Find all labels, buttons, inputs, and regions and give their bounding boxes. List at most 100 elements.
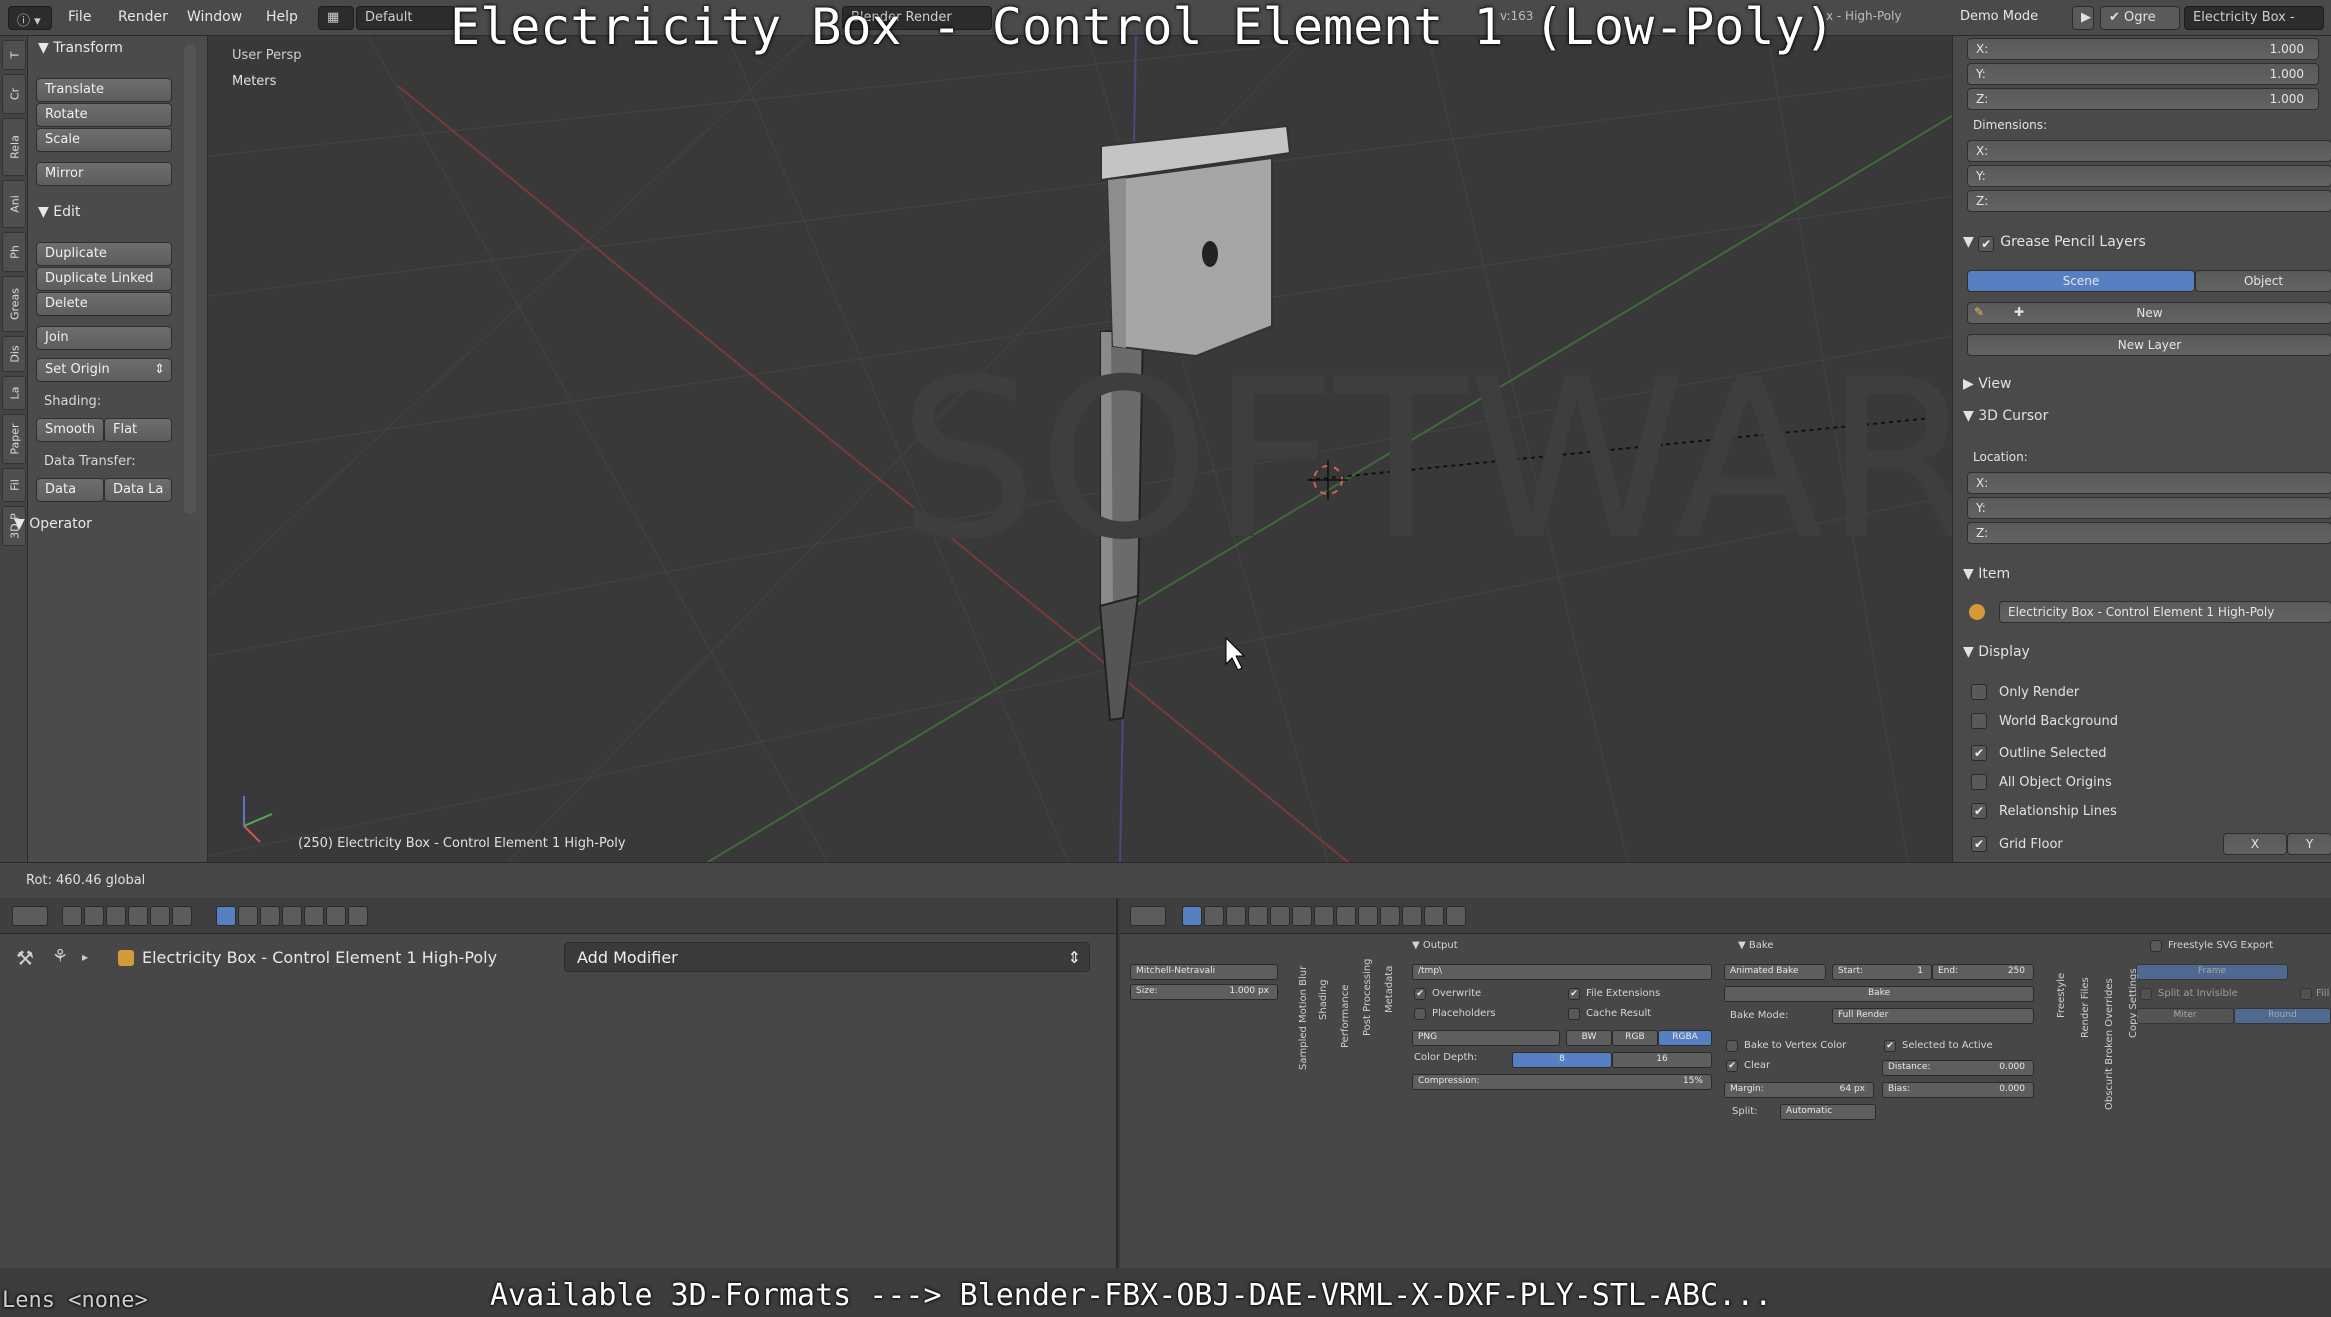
overwrite-checkbox[interactable]: ✔: [1414, 988, 1426, 1000]
bake-vertex-checkbox[interactable]: [1726, 1040, 1738, 1052]
data-tab-icon[interactable]: [238, 906, 258, 926]
scale-button[interactable]: Scale: [36, 128, 172, 152]
duplicate-linked-button[interactable]: Duplicate Linked: [36, 267, 172, 291]
cursor-x-field[interactable]: X:: [1967, 472, 2331, 494]
3d-cursor-panel-header[interactable]: ▼ 3D Cursor: [1963, 408, 2048, 424]
texture-tab-icon[interactable]: [1380, 906, 1400, 926]
flat-button[interactable]: Flat: [104, 418, 172, 442]
color-bw-toggle[interactable]: BW: [1566, 1030, 1612, 1046]
operator-panel-header[interactable]: ▼ Operator: [14, 516, 92, 532]
ogre-toggle[interactable]: ✔ Ogre: [2100, 6, 2180, 30]
set-origin-menu[interactable]: Set Origin ⇕: [36, 358, 172, 382]
filter-select[interactable]: Mitchell-Netravali: [1130, 964, 1278, 980]
miter-toggle[interactable]: Miter: [2136, 1008, 2234, 1024]
scene-tab-icon[interactable]: [1226, 906, 1246, 926]
tab-animation[interactable]: Ani: [2, 180, 26, 228]
play-button[interactable]: ▶: [2072, 6, 2094, 30]
output-path-field[interactable]: /tmp\: [1412, 964, 1712, 980]
new-layer-button[interactable]: New Layer: [1967, 334, 2331, 356]
render-tab-icon[interactable]: [62, 906, 82, 926]
constraints-tab-icon[interactable]: [1292, 906, 1312, 926]
split-select[interactable]: Automatic: [1780, 1104, 1876, 1120]
distance-field[interactable]: Distance: 0.000: [1882, 1060, 2034, 1076]
data-layout-button[interactable]: Data La: [104, 478, 172, 502]
overrides-panel[interactable]: Obscurit Broken Overrides: [2104, 978, 2115, 1110]
compression-slider[interactable]: Compression: 15%: [1412, 1074, 1712, 1090]
cursor-y-field[interactable]: Y:: [1967, 497, 2331, 519]
placeholders-checkbox[interactable]: [1414, 1008, 1426, 1020]
bake-end-field[interactable]: End: 250: [1932, 964, 2034, 980]
cache-result-checkbox[interactable]: [1568, 1008, 1580, 1020]
menu-render[interactable]: Render: [118, 9, 168, 25]
sampled-motion-blur-panel[interactable]: Sampled Motion Blur: [1298, 966, 1309, 1070]
scale-x-field[interactable]: X: 1.000: [1967, 38, 2319, 60]
physics-tab-icon[interactable]: [1424, 906, 1444, 926]
duplicate-button[interactable]: Duplicate: [36, 242, 172, 266]
world-tab-icon[interactable]: [1248, 906, 1268, 926]
modifiers-tab-icon[interactable]: [1314, 906, 1334, 926]
depth-16-toggle[interactable]: 16: [1612, 1052, 1712, 1068]
selected-to-active-checkbox[interactable]: ✔: [1884, 1040, 1896, 1052]
round-toggle[interactable]: Round: [2234, 1008, 2331, 1024]
bake-button[interactable]: Bake: [1724, 986, 2034, 1002]
tab-scene[interactable]: Scene: [1967, 270, 2195, 292]
menu-file[interactable]: File: [68, 9, 91, 25]
margin-field[interactable]: Margin: 64 px: [1724, 1082, 1874, 1098]
particles-tab-icon[interactable]: [1402, 906, 1422, 926]
smooth-button[interactable]: Smooth: [36, 418, 104, 442]
physics-tab-icon[interactable]: [326, 906, 346, 926]
tab-object[interactable]: Object: [2195, 270, 2331, 292]
tab-physics[interactable]: Ph: [2, 232, 26, 272]
scale-z-field[interactable]: Z: 1.000: [1967, 88, 2319, 110]
add-modifier-menu[interactable]: Add Modifier ⇕: [564, 942, 1090, 972]
bake-panel-header[interactable]: ▼ Bake: [1738, 940, 1773, 951]
particles-tab-icon[interactable]: [304, 906, 324, 926]
tab-la[interactable]: La: [2, 376, 26, 410]
tab-paper[interactable]: Paper: [2, 414, 26, 464]
outline-selected-checkbox[interactable]: ✔: [1971, 745, 1987, 761]
layout-browse-button[interactable]: ▦: [318, 6, 354, 30]
dimension-x-field[interactable]: X:: [1967, 140, 2331, 162]
shading-panel[interactable]: Shading: [1318, 979, 1329, 1020]
transform-panel-header[interactable]: ▼ Transform: [38, 40, 123, 56]
filter-size-field[interactable]: Size: 1.000 px: [1130, 984, 1278, 1000]
file-extensions-checkbox[interactable]: ✔: [1568, 988, 1580, 1000]
performance-panel[interactable]: Performance: [1340, 985, 1351, 1048]
layers-tab-icon[interactable]: [84, 906, 104, 926]
data-tab-icon[interactable]: [1336, 906, 1356, 926]
mirror-button[interactable]: Mirror: [36, 162, 172, 186]
editor-type-button[interactable]: [1130, 906, 1166, 926]
freestyle-svg-checkbox[interactable]: [2150, 940, 2162, 952]
3d-viewport[interactable]: SOFTWARE User Persp Meters (250) Electri…: [208, 36, 1952, 862]
render-tab-icon[interactable]: [1182, 906, 1202, 926]
file-format-select[interactable]: PNG: [1412, 1030, 1560, 1046]
data-transfer-button[interactable]: Data: [36, 478, 104, 502]
screen-layout-field[interactable]: Default: [356, 6, 456, 30]
animated-bake-button[interactable]: Animated Bake: [1724, 964, 1826, 980]
delete-button[interactable]: Delete: [36, 292, 172, 316]
tool-shelf-scrollbar[interactable]: [184, 44, 196, 514]
menu-window[interactable]: Window: [187, 9, 242, 25]
pin-tab-icon[interactable]: [348, 906, 368, 926]
fill-checkbox[interactable]: [2300, 988, 2312, 1000]
grid-floor-checkbox[interactable]: ✔: [1971, 836, 1987, 852]
object-tab-icon[interactable]: [1270, 906, 1290, 926]
tab-display[interactable]: Dis: [2, 336, 26, 372]
view-panel-header[interactable]: ▶ View: [1963, 376, 2011, 392]
menu-help[interactable]: Help: [266, 9, 298, 25]
constraints-tab-icon[interactable]: [172, 906, 192, 926]
frame-toggle[interactable]: Frame: [2136, 964, 2288, 980]
texture-tab-icon[interactable]: [282, 906, 302, 926]
cursor-z-field[interactable]: Z:: [1967, 522, 2331, 544]
all-object-origins-checkbox[interactable]: [1971, 774, 1987, 790]
post-processing-panel[interactable]: Post Processing: [1362, 959, 1373, 1037]
dimension-y-field[interactable]: Y:: [1967, 165, 2331, 187]
modifiers-tab-icon[interactable]: [216, 906, 236, 926]
item-panel-header[interactable]: ▼ Item: [1963, 566, 2010, 582]
metadata-panel[interactable]: Metadata: [1384, 966, 1395, 1013]
object-tab-icon[interactable]: [150, 906, 170, 926]
grease-pencil-checkbox[interactable]: ✔: [1978, 236, 1995, 252]
only-render-checkbox[interactable]: [1971, 684, 1987, 700]
material-tab-icon[interactable]: [260, 906, 280, 926]
depth-8-toggle[interactable]: 8: [1512, 1052, 1612, 1068]
